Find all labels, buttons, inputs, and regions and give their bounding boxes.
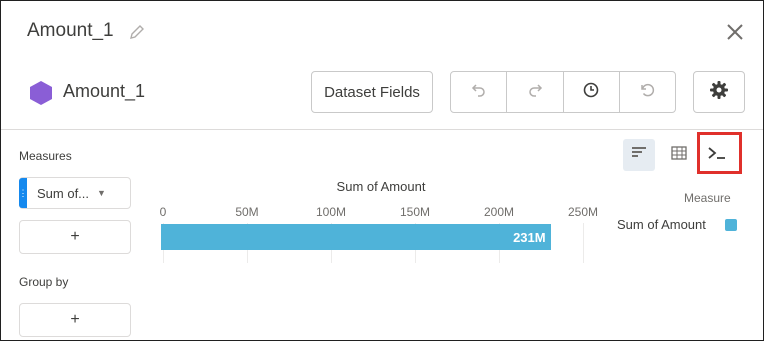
redo-icon xyxy=(526,81,544,104)
add-measure-button[interactable]: + xyxy=(19,220,131,254)
measures-label: Measures xyxy=(19,149,72,163)
bar-value-label: 231M xyxy=(513,230,546,245)
gridline xyxy=(583,223,584,263)
bar-chart-icon xyxy=(631,146,647,165)
x-tick-label: 50M xyxy=(235,205,259,219)
chevron-down-icon[interactable]: ▼ xyxy=(97,188,106,198)
x-tick-label: 0 xyxy=(159,205,167,219)
x-tick-label: 200M xyxy=(483,205,515,219)
legend-item-label: Sum of Amount xyxy=(617,217,706,232)
history-icon xyxy=(582,81,600,104)
legend-title: Measure xyxy=(684,191,731,205)
table-toggle[interactable] xyxy=(663,139,695,171)
x-tick-label: 250M xyxy=(567,205,599,219)
undo-button[interactable] xyxy=(451,72,508,112)
bar-sum-of-amount[interactable] xyxy=(161,224,552,250)
highlight-box xyxy=(697,132,742,174)
history-button-group xyxy=(450,71,676,113)
table-icon xyxy=(671,145,687,165)
dataset-fields-button[interactable]: Dataset Fields xyxy=(311,71,433,113)
add-group-by-button[interactable]: + xyxy=(19,303,131,337)
gear-icon xyxy=(709,80,729,105)
settings-button[interactable] xyxy=(693,71,745,113)
dashboard-editor-panel: Amount_1 Amount_1 Dataset Fields Measure… xyxy=(0,0,764,341)
drag-handle-icon[interactable]: ⋮ xyxy=(19,178,28,208)
legend-swatch xyxy=(725,219,737,231)
undo-icon xyxy=(470,81,488,104)
x-tick-label: 100M xyxy=(315,205,347,219)
header-divider xyxy=(1,129,763,130)
history-button[interactable] xyxy=(564,72,620,112)
bar-chart-toggle[interactable] xyxy=(623,139,655,171)
reset-button[interactable] xyxy=(620,72,675,112)
close-icon[interactable] xyxy=(723,20,747,44)
redo-button[interactable] xyxy=(507,72,564,112)
panel-title: Amount_1 xyxy=(27,20,114,41)
measure-pill[interactable]: ⋮ Sum of... ▼ xyxy=(19,177,131,209)
group-by-label: Group by xyxy=(19,275,69,289)
reset-icon xyxy=(638,81,656,104)
x-tick-label: 150M xyxy=(399,205,431,219)
dataset-hexagon-icon xyxy=(29,80,53,106)
measure-pill-label: Sum of... xyxy=(37,185,90,201)
dataset-name: Amount_1 xyxy=(63,81,146,101)
edit-title-icon[interactable] xyxy=(128,23,146,41)
chart-title: Sum of Amount xyxy=(336,179,426,194)
